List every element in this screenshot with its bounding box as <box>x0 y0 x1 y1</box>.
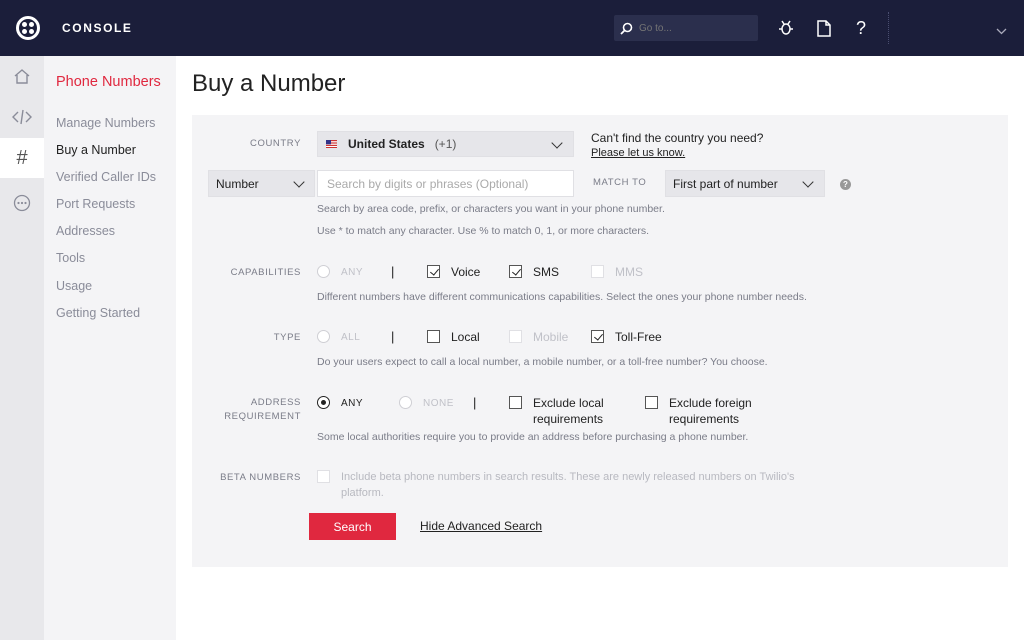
voice-checkbox[interactable] <box>427 265 440 278</box>
match-to-value: First part of number <box>673 176 778 191</box>
address-any-label: ANY <box>341 398 364 409</box>
sms-checkbox[interactable] <box>509 265 522 278</box>
search-type-value: Number <box>216 176 259 191</box>
exclude-local-checkbox[interactable] <box>509 396 522 409</box>
address-none-radio[interactable] <box>399 396 412 409</box>
type-help: Do your users expect to call a local num… <box>317 356 768 368</box>
sidebar: Phone Numbers Manage Numbers Buy a Numbe… <box>44 56 176 640</box>
local-label: Local <box>451 330 480 344</box>
beta-checkbox[interactable] <box>317 470 330 483</box>
chevron-down-icon <box>293 176 305 188</box>
sidebar-item-getting-started[interactable]: Getting Started <box>56 306 140 320</box>
mms-checkbox[interactable] <box>591 265 604 278</box>
more-icon[interactable] <box>0 183 44 223</box>
country-value: United States <box>348 137 425 151</box>
mms-label: MMS <box>615 265 643 279</box>
app-title: CONSOLE <box>62 21 133 35</box>
debugger-bug-icon[interactable] <box>775 17 797 39</box>
capabilities-any-radio[interactable] <box>317 265 330 278</box>
exclude-foreign-label-line2: requirements <box>669 412 740 426</box>
beta-numbers-label: BETA NUMBERS <box>220 472 301 483</box>
address-help: Some local authorities require you to pr… <box>317 431 749 443</box>
exclude-foreign-checkbox[interactable] <box>645 396 658 409</box>
beta-text-line2: platform. <box>341 487 384 499</box>
country-help-link[interactable]: Please let us know. <box>591 147 685 159</box>
top-nav-bar: CONSOLE ? <box>0 0 1024 56</box>
separator: | <box>391 264 395 279</box>
address-label-line2: REQUIREMENT <box>224 411 301 422</box>
twilio-logo-icon[interactable] <box>16 16 40 40</box>
type-label: TYPE <box>273 332 301 343</box>
search-type-select[interactable]: Number <box>208 170 315 197</box>
chevron-down-icon <box>802 176 814 188</box>
sidebar-item-addresses[interactable]: Addresses <box>56 224 115 238</box>
type-all-label: ALL <box>341 332 361 343</box>
country-code: (+1) <box>434 137 457 151</box>
sidebar-item-buy-a-number[interactable]: Buy a Number <box>56 143 136 157</box>
help-icon[interactable]: ? <box>850 17 872 39</box>
top-search-input[interactable] <box>639 22 749 34</box>
beta-text-line1: Include beta phone numbers in search res… <box>341 471 795 483</box>
mobile-checkbox[interactable] <box>509 330 522 343</box>
separator: | <box>391 329 395 344</box>
sidebar-item-usage[interactable]: Usage <box>56 279 92 293</box>
search-input-box[interactable] <box>317 170 574 197</box>
sidebar-item-tools[interactable]: Tools <box>56 251 85 265</box>
address-label-line1: ADDRESS <box>250 397 301 408</box>
tollfree-checkbox[interactable] <box>591 330 604 343</box>
page-title: Buy a Number <box>192 70 346 97</box>
sidebar-item-manage-numbers[interactable]: Manage Numbers <box>56 116 155 130</box>
chevron-down-icon[interactable] <box>996 22 1007 40</box>
capabilities-label: CAPABILITIES <box>230 267 301 278</box>
mobile-label: Mobile <box>533 330 569 344</box>
chevron-down-icon <box>551 137 563 149</box>
sidebar-item-verified-caller-ids[interactable]: Verified Caller IDs <box>56 170 156 184</box>
exclude-foreign-label-line1: Exclude foreign <box>669 396 752 410</box>
search-icon <box>620 22 633 35</box>
sidebar-title[interactable]: Phone Numbers <box>56 74 161 90</box>
tollfree-label: Toll-Free <box>615 330 662 344</box>
home-icon[interactable] <box>0 56 44 96</box>
exclude-local-label-line1: Exclude local <box>533 396 604 410</box>
country-select[interactable]: United States (+1) <box>317 131 574 157</box>
voice-label: Voice <box>451 265 481 279</box>
top-search-box[interactable] <box>614 15 758 41</box>
match-to-select[interactable]: First part of number <box>665 170 825 197</box>
search-hint-2: Use * to match any character. Use % to m… <box>317 225 650 237</box>
icon-rail: # <box>0 56 44 640</box>
country-label: COUNTRY <box>250 138 301 149</box>
search-button[interactable]: Search <box>309 513 396 540</box>
search-digits-input[interactable] <box>327 176 573 191</box>
type-all-radio[interactable] <box>317 330 330 343</box>
hide-advanced-search-link[interactable]: Hide Advanced Search <box>420 519 542 533</box>
account-menu[interactable] <box>888 12 1008 44</box>
country-help-text: Can't find the country you need? <box>591 131 764 145</box>
exclude-local-label-line2: requirements <box>533 412 604 426</box>
address-any-radio[interactable] <box>317 396 330 409</box>
separator: | <box>473 395 477 410</box>
phone-numbers-hash-icon[interactable]: # <box>0 138 44 178</box>
sms-label: SMS <box>533 265 560 279</box>
docs-icon[interactable] <box>813 17 835 39</box>
capabilities-any-label: ANY <box>341 267 364 278</box>
us-flag-icon <box>326 140 337 148</box>
search-hint-1: Search by area code, prefix, or characte… <box>317 203 665 215</box>
code-icon[interactable] <box>0 97 44 137</box>
sidebar-item-port-requests[interactable]: Port Requests <box>56 197 135 211</box>
question-icon[interactable]: ? <box>840 179 851 190</box>
capabilities-help: Different numbers have different communi… <box>317 291 807 303</box>
local-checkbox[interactable] <box>427 330 440 343</box>
address-none-label: NONE <box>423 398 454 409</box>
match-to-label: MATCH TO <box>593 177 647 188</box>
